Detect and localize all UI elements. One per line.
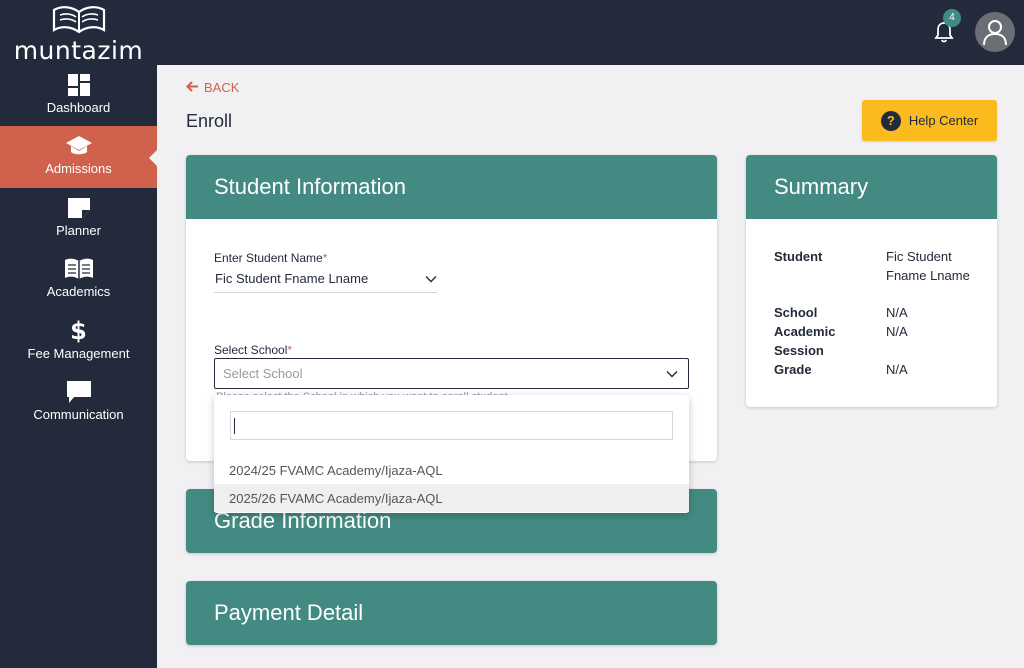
- help-center-label: Help Center: [908, 113, 979, 128]
- sidebar-item-planner[interactable]: Planner: [0, 188, 157, 250]
- sidebar-item-fee-management[interactable]: $ Fee Management: [0, 311, 157, 373]
- student-name-value: Fic Student Fname Lname: [215, 271, 369, 286]
- student-name-label: Enter Student Name*: [214, 251, 327, 265]
- sidebar-item-academics[interactable]: Academics: [0, 249, 157, 311]
- required-mark: *: [287, 343, 293, 357]
- school-select[interactable]: Select School: [214, 358, 689, 389]
- help-center-button[interactable]: ? Help Center: [862, 100, 997, 141]
- required-mark: *: [322, 251, 328, 265]
- sidebar-item-communication[interactable]: Communication: [0, 372, 157, 434]
- chat-bubble-icon: [0, 379, 157, 405]
- dashboard-icon: [0, 72, 157, 98]
- student-information-title: Student Information: [186, 155, 717, 219]
- brand-name: muntazim: [13, 36, 144, 65]
- notification-badge[interactable]: 4: [943, 9, 961, 27]
- dropdown-search-input-wrap[interactable]: [230, 411, 673, 440]
- summary-label-academic-session: Academic Session: [774, 324, 836, 358]
- school-placeholder: Select School: [223, 366, 303, 381]
- user-icon: [983, 20, 1007, 46]
- summary-value-school: N/A: [886, 305, 908, 320]
- chevron-down-icon: [425, 271, 437, 286]
- chevron-down-icon: [666, 366, 678, 381]
- sidebar-item-label: Fee Management: [27, 346, 130, 361]
- sidebar-item-label: Dashboard: [46, 100, 111, 115]
- summary-title: Summary: [746, 155, 997, 219]
- dollar-icon: $: [70, 317, 87, 345]
- sidebar-item-label: Admissions: [45, 161, 112, 176]
- sidebar-item-label: Academics: [46, 284, 111, 299]
- brand-logo[interactable]: muntazim: [0, 4, 157, 65]
- open-book-icon: [0, 256, 157, 282]
- arrow-left-icon: [186, 80, 199, 95]
- dropdown-option[interactable]: 2024/25 FVAMC Academy/Ijaza-AQL: [214, 456, 689, 484]
- summary-card: Summary Student Fic Student Fname Lname …: [746, 155, 997, 407]
- summary-label-student: Student: [774, 249, 823, 264]
- school-label-text: Select School: [214, 343, 288, 357]
- sidebar-item-admissions[interactable]: Admissions: [0, 126, 158, 188]
- sidebar-item-label: Communication: [33, 407, 124, 422]
- payment-detail-title: Payment Detail: [186, 581, 717, 645]
- dropdown-option[interactable]: 2025/26 FVAMC Academy/Ijaza-AQL: [214, 484, 689, 512]
- back-label: BACK: [204, 80, 240, 95]
- planner-note-icon: [0, 195, 157, 221]
- sidebar: muntazim Dashboard Admissions Planner Ac…: [0, 0, 158, 668]
- back-link[interactable]: BACK: [186, 80, 239, 95]
- summary-value-academic-session: N/A: [886, 324, 908, 339]
- graduation-cap-icon: [0, 133, 157, 159]
- book-logo-icon: [52, 6, 105, 34]
- sidebar-item-dashboard[interactable]: Dashboard: [0, 65, 157, 127]
- payment-detail-card[interactable]: Payment Detail: [186, 581, 717, 645]
- text-caret: [234, 418, 235, 434]
- question-icon: ?: [880, 110, 901, 131]
- school-dropdown-menu: 2024/25 FVAMC Academy/Ijaza-AQL 2025/26 …: [214, 395, 689, 513]
- dropdown-search-input[interactable]: [231, 412, 672, 439]
- student-name-label-text: Enter Student Name: [214, 251, 323, 265]
- summary-label-school: School: [774, 305, 818, 320]
- school-label: Select School*: [214, 343, 292, 357]
- summary-value-grade: N/A: [886, 362, 908, 377]
- user-avatar[interactable]: [975, 12, 1015, 52]
- summary-value-student: Fic Student Fname Lname: [886, 249, 970, 283]
- student-name-select[interactable]: Fic Student Fname Lname: [214, 265, 437, 293]
- sidebar-item-label: Planner: [56, 223, 101, 238]
- page-title: Enroll: [186, 111, 233, 131]
- summary-label-grade: Grade: [774, 362, 812, 377]
